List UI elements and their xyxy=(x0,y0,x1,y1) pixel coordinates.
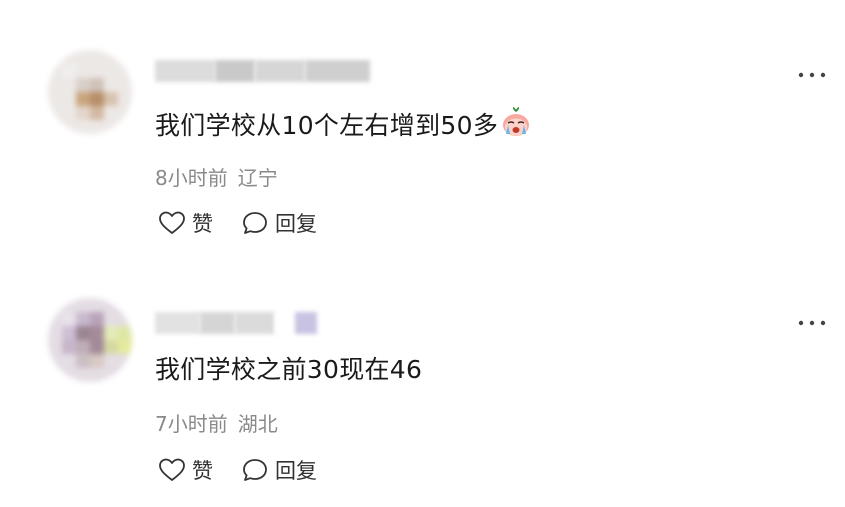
comment-actions: 赞 回复 xyxy=(158,455,317,485)
reply-label: 回复 xyxy=(275,459,317,483)
heart-icon xyxy=(158,457,186,483)
comment-meta: 7小时前 湖北 xyxy=(155,408,278,437)
more-dots-icon[interactable] xyxy=(797,315,827,329)
comment-text: 我们学校之前30现在46 xyxy=(155,352,422,388)
location: 湖北 xyxy=(237,412,278,436)
like-label: 赞 xyxy=(192,459,213,483)
like-button[interactable]: 赞 xyxy=(158,455,213,485)
avatar[interactable] xyxy=(48,298,132,382)
comment-body: 我们学校之前30现在46 xyxy=(155,355,423,384)
username-redacted[interactable] xyxy=(155,312,317,334)
timestamp: 7小时前 xyxy=(155,412,228,436)
speech-bubble-icon xyxy=(241,457,269,483)
comment-item: 我们学校之前30现在46 7小时前 湖北 赞 回复 xyxy=(0,0,845,507)
reply-button[interactable]: 回复 xyxy=(241,455,317,485)
